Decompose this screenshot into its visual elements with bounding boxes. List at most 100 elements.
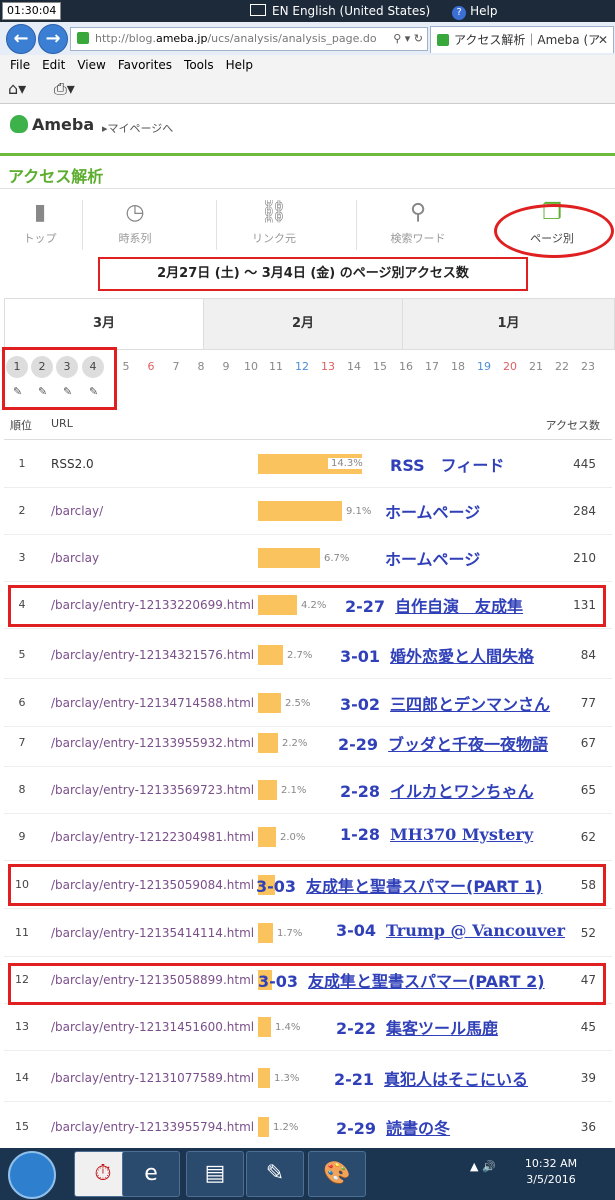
day-19: 19: [477, 360, 491, 373]
menu-file[interactable]: File: [10, 58, 30, 72]
search-refresh-icon[interactable]: ⚲ ▾ ↻: [393, 28, 423, 50]
ameba-logo[interactable]: Ameba: [10, 115, 94, 134]
highlight-box: [8, 963, 606, 1005]
print-icon[interactable]: ⎙▾: [54, 79, 75, 99]
percent-label: 6.7%: [324, 553, 350, 564]
tray-date: 3/5/2016: [526, 1173, 576, 1186]
help-icon[interactable]: ?: [452, 6, 467, 20]
forward-button[interactable]: →: [38, 24, 68, 54]
percent-label: 2.1%: [281, 785, 307, 796]
menu-view[interactable]: View: [77, 58, 105, 72]
day-10: 10: [244, 360, 258, 373]
url-link[interactable]: /barclay/entry-12133569723.html: [51, 783, 254, 797]
url-link[interactable]: /barclay/entry-12135414114.html: [51, 926, 254, 940]
access-count: 445: [573, 457, 596, 471]
language-bar[interactable]: EN English (United States)? Help: [250, 0, 498, 22]
url-link[interactable]: /barclay: [51, 551, 99, 565]
access-count: 65: [580, 783, 596, 797]
rank-cell: 7: [18, 736, 26, 749]
tab-march[interactable]: 3月: [5, 299, 204, 349]
title-annotation: 2-29 ブッダと千夜一夜物語: [338, 731, 548, 755]
paint-icon[interactable]: 🎨: [308, 1151, 366, 1197]
url-link[interactable]: /barclay/entry-12131077589.html: [51, 1071, 254, 1085]
url-link[interactable]: RSS2.0: [51, 457, 94, 471]
access-count: 284: [573, 504, 596, 518]
logo-text: Ameba: [32, 115, 95, 134]
rank-cell: 5: [18, 648, 26, 661]
month-tabs: 3月 2月 1月: [4, 298, 615, 350]
annotation-title: Trump @ Vancouver: [386, 921, 566, 940]
nav-search-words[interactable]: ⚲ 検索ワード: [358, 200, 478, 246]
access-bar: [258, 548, 320, 568]
rank-cell: 13: [15, 1020, 29, 1033]
nav-timeseries[interactable]: ◷ 時系列: [75, 200, 195, 246]
file-explorer-icon[interactable]: ▤: [186, 1151, 244, 1197]
rank-cell: 9: [18, 830, 26, 843]
title-annotation: RSS フィード: [390, 452, 504, 476]
tab-january[interactable]: 1月: [403, 299, 614, 349]
home-icon[interactable]: ⌂▾: [8, 79, 26, 98]
title-annotation: 1-28 MH370 Mystery: [340, 825, 533, 844]
day-20: 20: [503, 360, 517, 373]
notepad-icon[interactable]: ✎: [246, 1151, 304, 1197]
close-tab-icon[interactable]: ✕: [598, 27, 608, 53]
day-21: 21: [529, 360, 543, 373]
menu-edit[interactable]: Edit: [42, 58, 65, 72]
day-12: 12: [295, 360, 309, 373]
mypage-link[interactable]: ▸マイページへ: [102, 120, 173, 136]
url-link[interactable]: /barclay/entry-12131451600.html: [51, 1020, 254, 1034]
url-link[interactable]: /barclay/entry-12133955932.html: [51, 736, 254, 750]
url-link[interactable]: /barclay/entry-12133955794.html: [51, 1120, 254, 1134]
rank-cell: 3: [18, 551, 26, 564]
annotation-date: 2-29: [338, 735, 379, 754]
access-count: 67: [580, 736, 596, 750]
rank-cell: 2: [18, 504, 26, 517]
highlight-box: [8, 864, 606, 906]
title-annotation: ホームページ: [385, 499, 480, 523]
help-label[interactable]: Help: [470, 4, 497, 18]
clock-icon: ◷: [125, 200, 145, 225]
menu-favorites[interactable]: Favorites: [118, 58, 172, 72]
title-annotation: 3-04 Trump @ Vancouver: [336, 921, 565, 940]
url-link[interactable]: /barclay/entry-12122304981.html: [51, 830, 254, 844]
table-header: 順位 URL アクセス数: [4, 407, 612, 440]
day-9: 9: [222, 360, 230, 373]
start-button[interactable]: [8, 1151, 56, 1199]
annotation-date: 2-28: [340, 782, 381, 801]
rank-cell: 14: [15, 1071, 29, 1084]
access-bar: [258, 501, 342, 521]
access-count: 39: [580, 1071, 596, 1085]
title-divider: [0, 188, 615, 189]
back-button[interactable]: ←: [6, 24, 36, 54]
url-link[interactable]: /barclay/entry-12134714588.html: [51, 696, 254, 710]
title-annotation: 2-29 読書の冬: [336, 1115, 450, 1139]
url-link[interactable]: /barclay/entry-12134321576.html: [51, 648, 254, 662]
day-23: 23: [581, 360, 595, 373]
address-bar[interactable]: http://blog.ameba.jp/ucs/analysis/analys…: [70, 27, 428, 51]
day-16: 16: [399, 360, 413, 373]
tab-favicon-icon: [437, 34, 449, 46]
nav-referrer[interactable]: ⛓ リンク元: [214, 200, 334, 246]
rank-cell: 15: [15, 1120, 29, 1133]
browser-nav-row: ← → http://blog.ameba.jp/ucs/analysis/an…: [0, 22, 615, 55]
title-annotation: 2-28 イルカとワンちゃん: [340, 778, 534, 802]
access-bar: [258, 827, 276, 847]
menu-help[interactable]: Help: [226, 58, 253, 72]
command-bar: ⌂▾ ⎙▾: [0, 75, 615, 104]
rank-cell: 11: [15, 926, 29, 939]
tab-february[interactable]: 2月: [204, 299, 403, 349]
internet-explorer-icon[interactable]: e: [122, 1151, 180, 1197]
annotation-title: 真犯人はそこにいる: [384, 1070, 529, 1089]
tray-icons[interactable]: ▲ 🔊: [470, 1160, 496, 1173]
tray-clock[interactable]: 10:32 AM 3/5/2016: [522, 1156, 580, 1188]
annotation-title: MH370 Mystery: [390, 825, 534, 844]
access-bar: [258, 1017, 271, 1037]
annotation-date: 2-22: [336, 1019, 377, 1038]
browser-tab[interactable]: アクセス解析｜Ameba (ア ✕: [430, 26, 614, 53]
access-bar: [258, 645, 283, 665]
url-link[interactable]: /barclay/: [51, 504, 103, 518]
link-icon: ⛓: [260, 200, 288, 225]
annotation-circle: [494, 204, 614, 258]
percent-label: 9.1%: [346, 506, 372, 517]
menu-tools[interactable]: Tools: [184, 58, 214, 72]
